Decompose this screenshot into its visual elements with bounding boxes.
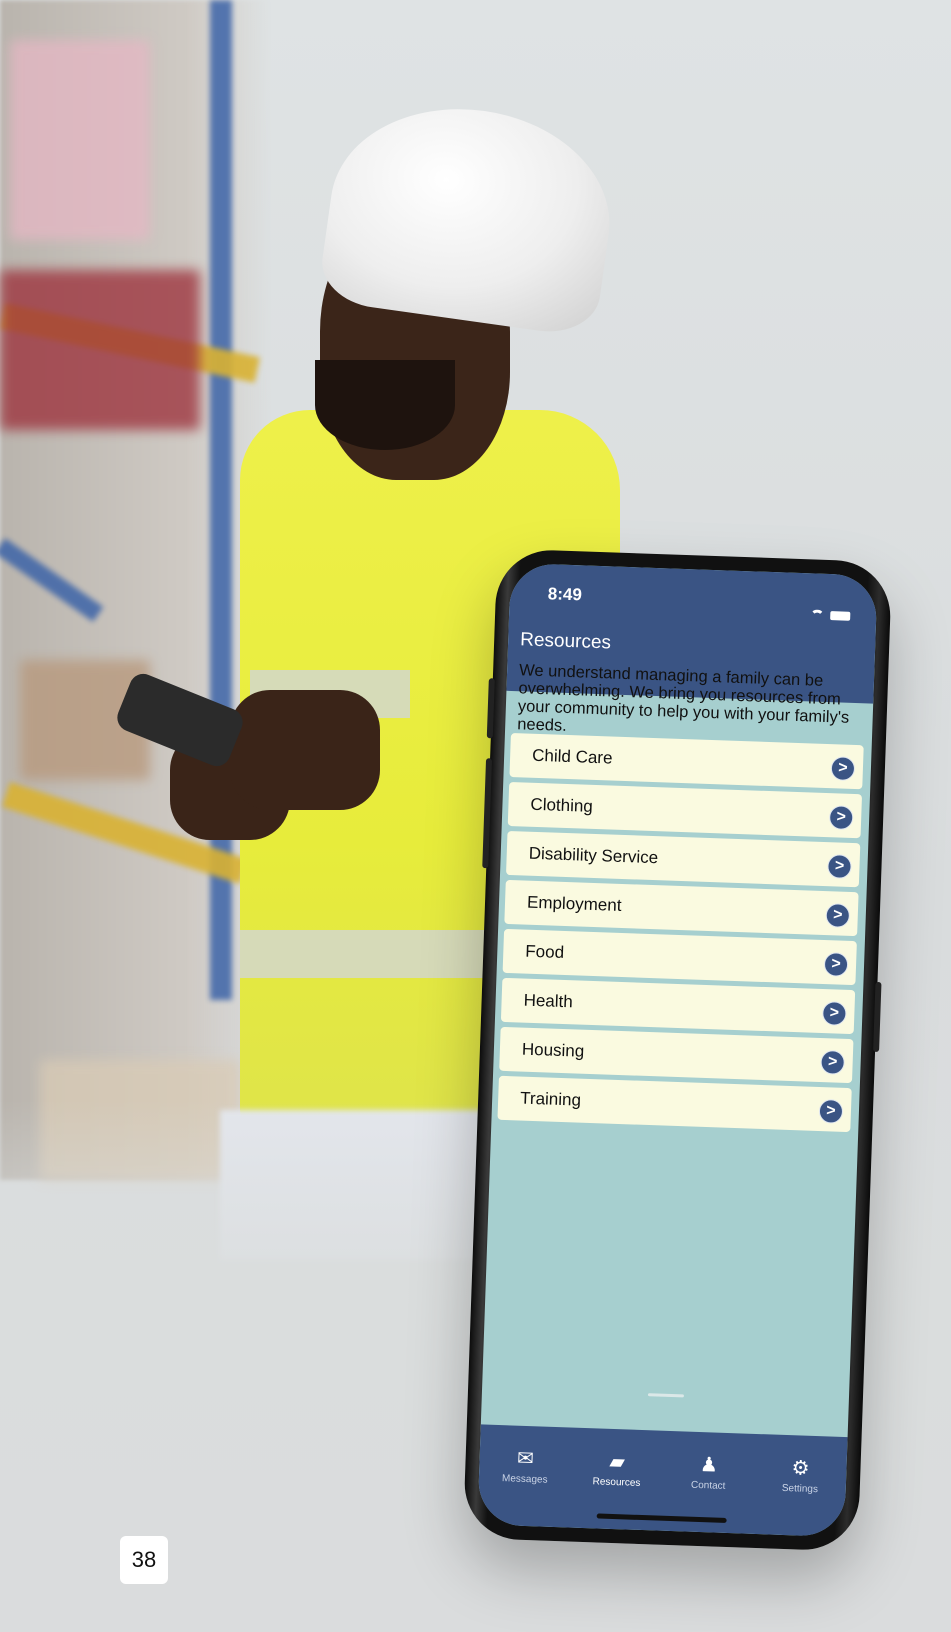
list-item-food[interactable]: Food > xyxy=(502,928,857,986)
tab-label: Settings xyxy=(781,1482,819,1496)
status-icons xyxy=(810,609,851,621)
list-item-label: Food xyxy=(525,941,565,962)
list-item-training[interactable]: Training > xyxy=(497,1075,852,1133)
list-item-clothing[interactable]: Clothing > xyxy=(507,781,863,839)
chevron-right-icon: > xyxy=(818,1098,844,1124)
phone-mockup: 8:49 Resources We understand managing a … xyxy=(462,548,893,1552)
shelf-goods xyxy=(10,40,150,240)
chevron-right-icon: > xyxy=(820,1050,846,1075)
volume-button xyxy=(486,678,495,739)
list-item-disability-service[interactable]: Disability Service > xyxy=(506,830,861,888)
battery-icon xyxy=(830,610,851,621)
list-item-employment[interactable]: Employment > xyxy=(504,879,859,937)
chevron-right-icon: > xyxy=(823,952,849,977)
list-item-health[interactable]: Health > xyxy=(500,977,856,1035)
list-item-label: Training xyxy=(519,1088,582,1110)
gear-icon: ⚙ xyxy=(791,1457,810,1480)
person-icon: ♟ xyxy=(699,1454,719,1477)
envelope-icon: ✉ xyxy=(516,1447,535,1471)
tab-contact[interactable]: ♟ Contact xyxy=(668,1453,749,1493)
home-indicator xyxy=(596,1513,727,1523)
wifi-icon xyxy=(810,609,825,620)
tab-messages[interactable]: ✉ Messages xyxy=(485,1447,566,1487)
tab-label: Messages xyxy=(501,1473,548,1486)
list-item-housing[interactable]: Housing > xyxy=(499,1026,854,1084)
phone-screen: 8:49 Resources We understand managing a … xyxy=(477,562,878,1538)
chevron-right-icon: > xyxy=(825,903,851,928)
status-time: 8:49 xyxy=(547,584,583,605)
resource-category-list: Child Care > Clothing > Disability Servi… xyxy=(497,732,864,1137)
tab-label: Contact xyxy=(690,1479,726,1492)
beard xyxy=(315,360,455,450)
hand xyxy=(230,690,380,810)
intro-text: We understand managing a family can be o… xyxy=(516,661,850,735)
chevron-right-icon: > xyxy=(821,1001,847,1026)
chevron-right-icon: > xyxy=(828,805,854,830)
list-item-label: Disability Service xyxy=(528,843,659,868)
tab-bar: ✉ Messages ▰ Resources ♟ Contact ⚙ Setti… xyxy=(477,1424,848,1538)
folder-icon: ▰ xyxy=(609,1450,626,1474)
hard-hat xyxy=(316,91,624,339)
list-item-label: Health xyxy=(523,990,574,1012)
tab-settings[interactable]: ⚙ Settings xyxy=(760,1456,841,1496)
scroll-handle xyxy=(647,1393,684,1398)
list-item-label: Employment xyxy=(526,892,622,915)
tab-resources[interactable]: ▰ Resources xyxy=(576,1450,657,1490)
chevron-right-icon: > xyxy=(827,854,852,879)
list-item-label: Housing xyxy=(521,1039,585,1061)
list-item-label: Clothing xyxy=(530,794,594,816)
tab-label: Resources xyxy=(592,1476,641,1489)
page-number: 38 xyxy=(120,1536,168,1584)
chevron-right-icon: > xyxy=(830,756,856,782)
page-title: Resources xyxy=(519,629,612,654)
list-item-label: Child Care xyxy=(531,745,613,768)
